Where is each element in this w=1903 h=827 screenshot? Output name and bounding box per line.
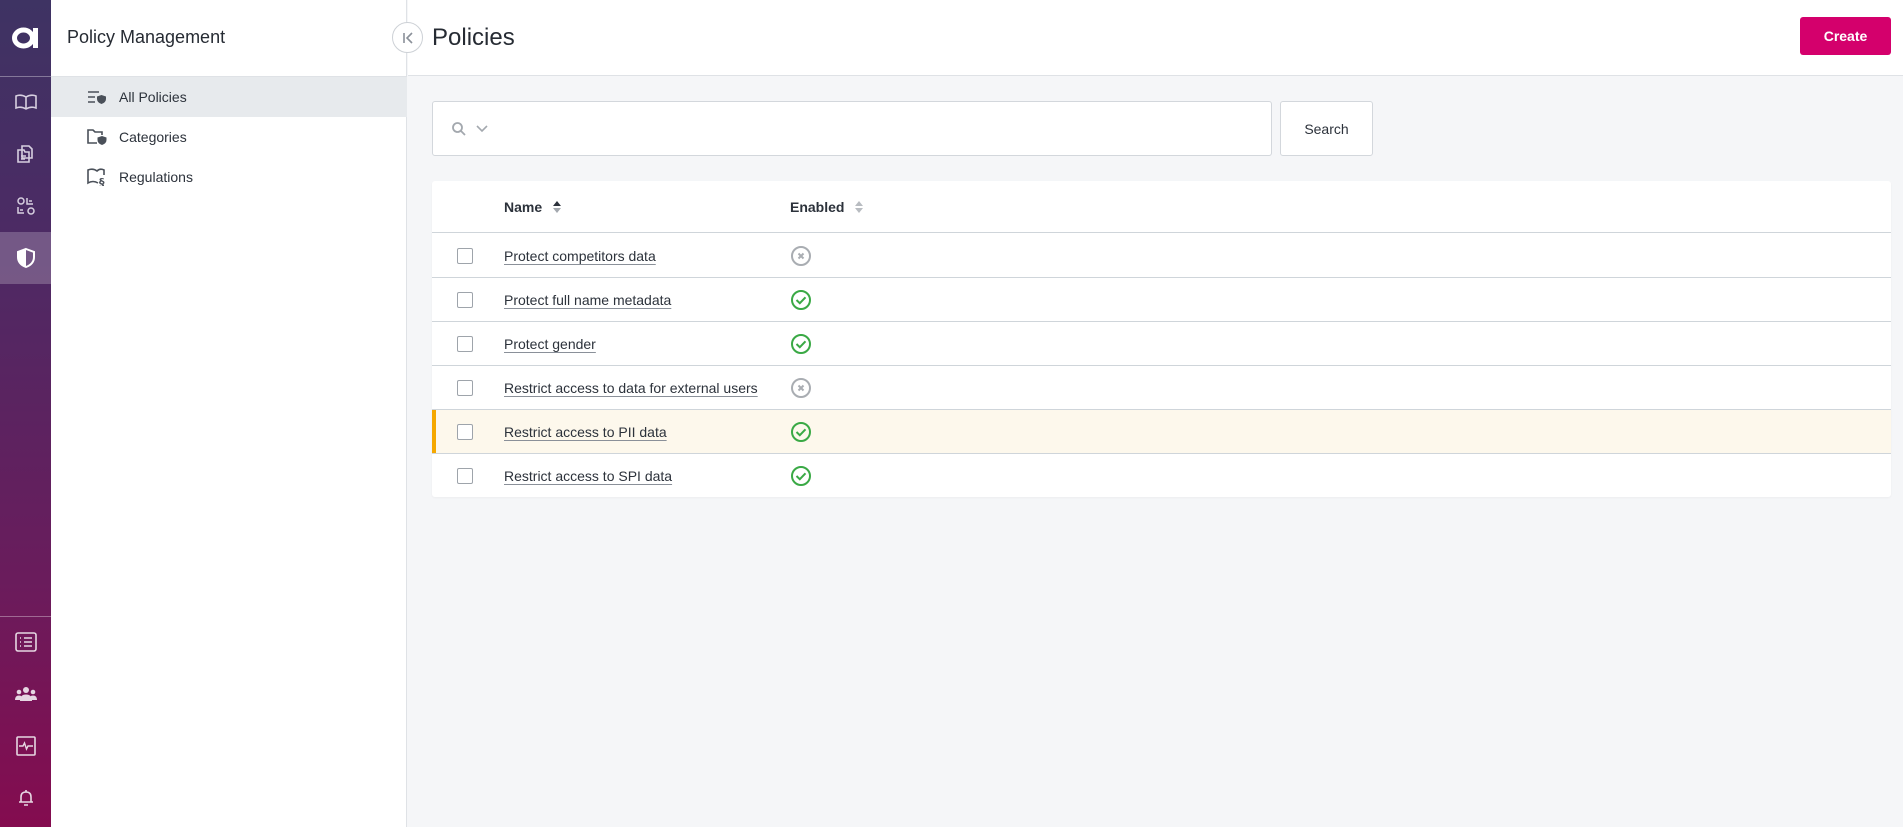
enabled-check-icon: [790, 421, 812, 443]
rail-item-monitoring[interactable]: [0, 720, 51, 772]
app-logo[interactable]: [0, 0, 51, 76]
create-button[interactable]: Create: [1800, 17, 1891, 55]
enabled-check-icon: [790, 289, 812, 311]
row-checkbox[interactable]: [457, 468, 473, 484]
row-checkbox[interactable]: [457, 424, 473, 440]
activity-monitor-icon: [15, 736, 36, 756]
search-button[interactable]: Search: [1280, 101, 1373, 156]
row-checkbox[interactable]: [457, 248, 473, 264]
rail-item-data-sources[interactable]: [0, 128, 51, 180]
bell-icon: [18, 790, 33, 806]
table-row[interactable]: Protect full name metadata: [432, 278, 1891, 322]
table-row[interactable]: Restrict access to data for external use…: [432, 366, 1891, 410]
sidebar-item-all-policies[interactable]: All Policies: [51, 77, 407, 117]
enabled-check-icon: [790, 333, 812, 355]
policies-table: Name Enabled Protect competitors data Pro…: [432, 181, 1891, 497]
shield-icon: [16, 247, 35, 269]
rail-item-policy-management[interactable]: [0, 232, 51, 284]
table-row[interactable]: Restrict access to PII data: [432, 410, 1891, 454]
sidebar-item-label: Regulations: [119, 169, 193, 185]
sidebar-item-label: All Policies: [119, 89, 187, 105]
rail-item-notifications[interactable]: [0, 772, 51, 824]
search-field[interactable]: [432, 101, 1272, 156]
sort-ascending-icon: [552, 200, 562, 214]
column-label: Enabled: [790, 199, 845, 215]
policies-list-icon: [87, 87, 109, 107]
column-header-name[interactable]: Name: [504, 181, 562, 233]
shapes-grid-icon: [16, 197, 35, 215]
folder-files-icon: [16, 145, 33, 163]
folder-shield-icon: [87, 127, 109, 147]
users-icon: [14, 687, 37, 701]
table-row[interactable]: Protect competitors data: [432, 234, 1891, 278]
chevron-down-icon[interactable]: [475, 124, 489, 134]
rail-item-users[interactable]: [0, 668, 51, 720]
enabled-check-icon: [790, 465, 812, 487]
sort-icon: [854, 200, 864, 214]
disabled-x-icon: [790, 245, 812, 267]
rail-item-classification[interactable]: [0, 180, 51, 232]
table-row[interactable]: Protect gender: [432, 322, 1891, 366]
collapse-sidebar-button[interactable]: [392, 22, 423, 53]
rail-item-catalog[interactable]: [0, 76, 51, 128]
policy-name-link[interactable]: Restrict access to PII data: [504, 410, 667, 454]
svg-text:§: §: [99, 176, 105, 186]
row-checkbox[interactable]: [457, 292, 473, 308]
table-row[interactable]: Restrict access to SPI data: [432, 454, 1891, 497]
sidebar-title: Policy Management: [67, 27, 226, 47]
sidebar-item-regulations[interactable]: § Regulations: [51, 157, 407, 197]
book-section-icon: §: [87, 167, 109, 187]
column-label: Name: [504, 199, 543, 215]
list-icon: [14, 632, 37, 652]
column-header-enabled[interactable]: Enabled: [790, 181, 864, 233]
policy-name-link[interactable]: Restrict access to SPI data: [504, 454, 672, 497]
search-input[interactable]: [499, 102, 1271, 155]
logo-icon: [11, 27, 38, 49]
policy-name-link[interactable]: Protect competitors data: [504, 234, 656, 278]
sidebar-item-label: Categories: [119, 129, 187, 145]
page-header: Policies Create: [408, 0, 1903, 76]
table-header: Name Enabled: [432, 181, 1891, 233]
book-icon: [14, 94, 37, 110]
nav-rail: [0, 0, 51, 827]
disabled-x-icon: [790, 377, 812, 399]
policy-sidebar: Policy Management All Policies Categorie…: [51, 0, 407, 827]
policy-name-link[interactable]: Restrict access to data for external use…: [504, 366, 758, 410]
policy-name-link[interactable]: Protect full name metadata: [504, 278, 671, 322]
sidebar-item-categories[interactable]: Categories: [51, 117, 407, 157]
page-title: Policies: [432, 24, 515, 51]
row-checkbox[interactable]: [457, 380, 473, 396]
row-checkbox[interactable]: [457, 336, 473, 352]
collapse-left-icon: [402, 31, 413, 44]
policy-name-link[interactable]: Protect gender: [504, 322, 596, 366]
rail-item-audit[interactable]: [0, 616, 51, 668]
search-icon: [452, 121, 466, 136]
